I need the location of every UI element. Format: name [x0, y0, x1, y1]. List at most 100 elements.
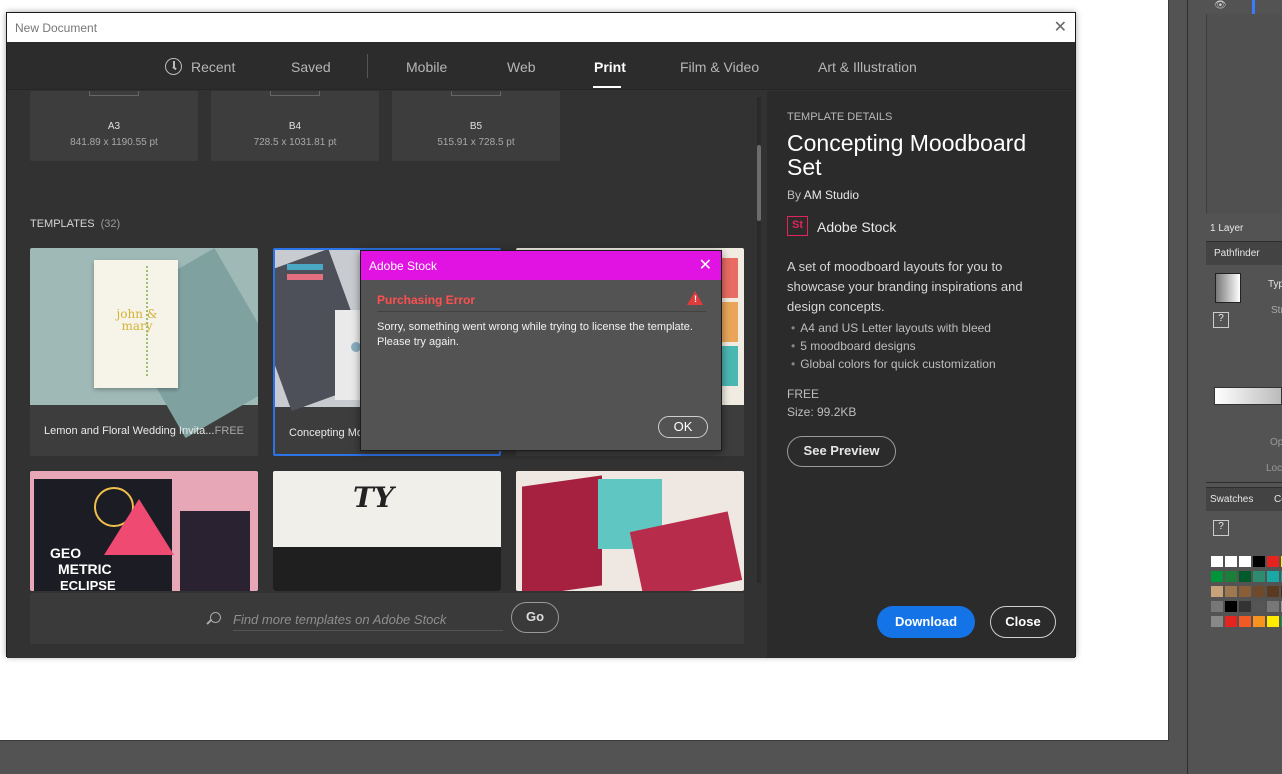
- template-details-title: Concepting Moodboard Set: [787, 130, 1027, 180]
- tab-divider: [367, 54, 368, 78]
- color-swatch[interactable]: [1211, 586, 1223, 597]
- template-card-wedding[interactable]: john & mary Lemon and Floral Wedding Inv…: [30, 248, 258, 456]
- panel-divider: [1206, 482, 1282, 483]
- error-dialog-title: Adobe Stock: [369, 259, 438, 273]
- preset-size: 841.89 x 1190.55 pt: [70, 137, 158, 148]
- swatch-none-icon[interactable]: ?: [1213, 520, 1229, 536]
- color-swatch[interactable]: [1239, 616, 1251, 627]
- templates-heading: TEMPLATES (32): [30, 218, 120, 230]
- color-swatch[interactable]: [1225, 556, 1237, 567]
- pathfinder-tabbar: Pathfinder: [1206, 241, 1282, 265]
- error-titlebar: Adobe Stock ✕: [361, 251, 721, 280]
- color-swatch[interactable]: [1225, 571, 1237, 582]
- error-message: Sorry, something went wrong while trying…: [377, 321, 693, 348]
- template-price: FREE: [214, 425, 244, 437]
- go-button[interactable]: Go: [511, 602, 559, 633]
- ok-button[interactable]: OK: [658, 416, 708, 438]
- color-swatch[interactable]: [1253, 586, 1265, 597]
- eye-icon[interactable]: 👁: [1214, 0, 1227, 11]
- author-name: AM Studio: [803, 188, 860, 202]
- template-card-type[interactable]: TY: [273, 471, 501, 591]
- error-divider: [377, 311, 706, 312]
- tab-film-video[interactable]: Film & Video: [680, 59, 759, 75]
- see-preview-button[interactable]: See Preview: [787, 436, 896, 467]
- type-sample: TY: [353, 481, 394, 514]
- template-description: A set of moodboard layouts for you to sh…: [787, 259, 1023, 314]
- dialog-title: New Document: [15, 21, 98, 35]
- color-swatch[interactable]: [1211, 601, 1223, 612]
- type-dark-band: [273, 547, 501, 591]
- gradient-swatch[interactable]: [1215, 273, 1241, 303]
- tab-swatches[interactable]: Swatches: [1210, 494, 1253, 505]
- tab-print[interactable]: Print: [594, 59, 626, 75]
- color-swatch[interactable]: [1239, 586, 1251, 597]
- warning-mark: !: [694, 294, 697, 304]
- color-swatch[interactable]: [1253, 571, 1265, 582]
- panel-gutter: [1169, 0, 1187, 774]
- close-icon[interactable]: ✕: [1054, 17, 1067, 37]
- preset-name: B4: [288, 121, 302, 132]
- stock-search-bar: Go: [30, 593, 744, 644]
- color-swatch[interactable]: [1225, 616, 1237, 627]
- adobe-stock-label: Adobe Stock: [817, 219, 897, 235]
- layer-color-indicator: [1252, 0, 1255, 14]
- color-swatch[interactable]: [1211, 616, 1223, 627]
- document-icon: [89, 91, 139, 96]
- color-swatch[interactable]: [1211, 556, 1223, 567]
- color-swatch[interactable]: [1253, 601, 1265, 612]
- color-swatch[interactable]: [1253, 556, 1265, 567]
- gradient-slider[interactable]: [1214, 387, 1282, 405]
- preset-size: 515.91 x 728.5 pt: [437, 137, 515, 148]
- template-card-geometric[interactable]: GEO METRIC ECLIPSE: [30, 471, 258, 591]
- swatches-tabbar: Swatches Co: [1206, 487, 1282, 511]
- color-swatch[interactable]: [1267, 601, 1279, 612]
- tab-web[interactable]: Web: [507, 59, 536, 75]
- stroke-label: Strok: [1271, 305, 1282, 316]
- preset-b5[interactable]: B5 515.91 x 728.5 pt: [392, 91, 560, 161]
- feature-item: 5 moodboard designs: [791, 337, 996, 355]
- tab-mobile[interactable]: Mobile: [406, 59, 447, 75]
- tab-recent[interactable]: Recent: [191, 59, 235, 75]
- tab-saved[interactable]: Saved: [291, 59, 331, 75]
- templates-scroll-thumb[interactable]: [757, 145, 761, 221]
- close-button[interactable]: Close: [990, 606, 1056, 638]
- template-size-label: Size: 99.2KB: [787, 405, 857, 419]
- stock-search-input[interactable]: [233, 608, 503, 631]
- color-swatch[interactable]: [1267, 586, 1279, 597]
- poster-text-line2: METRIC: [58, 561, 112, 577]
- templates-count: (32): [100, 218, 121, 230]
- tab-art-illustration[interactable]: Art & Illustration: [818, 59, 917, 75]
- preset-a3[interactable]: A3 841.89 x 1190.55 pt: [30, 91, 198, 161]
- download-button[interactable]: Download: [877, 606, 975, 638]
- location-label: Locatio: [1266, 463, 1282, 474]
- poster-text-line3: ECLIPSE: [60, 578, 116, 591]
- details-section-label: TEMPLATE DETAILS: [787, 111, 893, 123]
- tab-color[interactable]: Co: [1274, 494, 1282, 505]
- tab-pathfinder[interactable]: Pathfinder: [1214, 248, 1260, 259]
- color-swatch[interactable]: [1267, 571, 1279, 582]
- template-card-brochure[interactable]: [516, 471, 744, 591]
- color-swatch[interactable]: [1225, 601, 1237, 612]
- color-swatch[interactable]: [1253, 616, 1265, 627]
- question-mark-icon[interactable]: ?: [1213, 312, 1229, 328]
- dialog-titlebar: New Document ✕: [7, 13, 1075, 42]
- adobe-stock-icon: St: [787, 216, 808, 236]
- color-swatch[interactable]: [1267, 556, 1279, 567]
- color-swatch[interactable]: [1211, 571, 1223, 582]
- color-swatch[interactable]: [1239, 556, 1251, 567]
- active-tab-indicator: [593, 86, 621, 88]
- color-swatch[interactable]: [1267, 616, 1279, 627]
- template-title: Concepting Mo: [289, 427, 363, 439]
- poster-text-line1: GEO: [50, 545, 82, 561]
- preset-b4[interactable]: B4 728.5 x 1031.81 pt: [211, 91, 379, 161]
- feature-item: Global colors for quick customization: [791, 355, 995, 373]
- purchasing-error-dialog: Adobe Stock ✕ Purchasing Error ! Sorry, …: [360, 250, 722, 451]
- color-swatch[interactable]: [1225, 586, 1237, 597]
- template-details-panel: TEMPLATE DETAILS Concepting Moodboard Se…: [767, 91, 1075, 658]
- layers-list: [1206, 14, 1282, 214]
- search-icon: [210, 612, 221, 623]
- preset-name: B5: [469, 121, 483, 132]
- color-swatch[interactable]: [1239, 601, 1251, 612]
- color-swatch[interactable]: [1239, 571, 1251, 582]
- close-icon[interactable]: ✕: [699, 255, 712, 275]
